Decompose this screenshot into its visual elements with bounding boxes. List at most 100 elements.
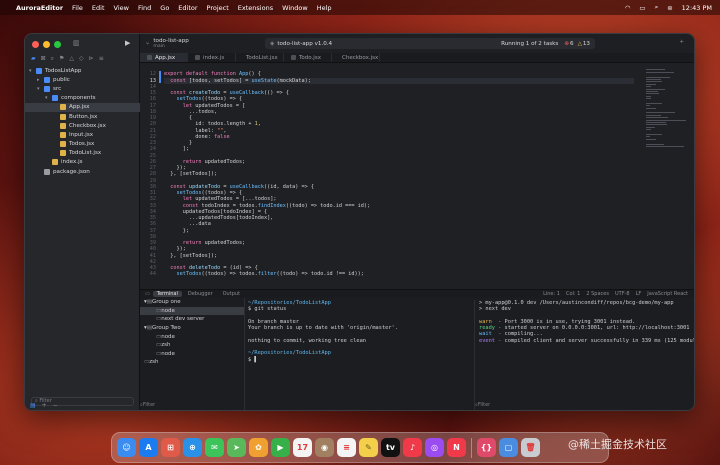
menu-item-auroraeditor[interactable]: AuroraEditor [16,4,63,12]
menu-item-editor[interactable]: Editor [178,4,197,12]
status-item[interactable]: UTF-8 [615,291,630,297]
panel-tab-terminal[interactable]: Terminal [152,291,182,297]
status-item[interactable]: Line: 1 [543,291,560,297]
breakpoint-icon[interactable]: ⊳ [89,55,94,63]
panel-tab-output[interactable]: Output [219,291,244,297]
menu-item-file[interactable]: File [72,4,83,12]
zoom-button[interactable] [54,41,61,48]
tab-todolist-jsx[interactable]: TodoList.jsx [236,53,284,62]
disclosure-chevron-icon[interactable]: ▸ [37,77,44,83]
sidebar-toggle-icon[interactable]: ▥ [73,39,80,47]
file-tree-item[interactable]: ▾ src [25,84,140,93]
dock-podcasts-icon[interactable]: ◎ [425,438,444,457]
dock-photos-icon[interactable]: ✿ [249,438,268,457]
status-item[interactable]: Col: 1 [566,291,580,297]
file-tree-item[interactable]: index.js [25,158,140,167]
terminal-filter-right[interactable]: ⌕ Filter [475,401,575,409]
dock-safari-icon[interactable]: ⊕ [183,438,202,457]
folder-icon[interactable]: ▰ [31,55,36,63]
wifi-icon[interactable]: ◠ [625,4,631,12]
file-tree-item[interactable]: Todos.jsx [25,140,140,149]
terminal-item[interactable]: ▭ zsh [140,341,244,350]
menu-item-help[interactable]: Help [317,4,332,12]
dock-facetime-icon[interactable]: ▶ [271,438,290,457]
disclosure-chevron-icon[interactable]: ▾ [45,95,52,101]
source-control-icon[interactable]: ⊠ [41,55,46,63]
activity-viewer[interactable]: ◈ todo-list-app v1.0.4 Running 1 of 2 ta… [265,38,595,49]
dock-news-icon[interactable]: N [447,438,466,457]
dock-reminders-icon[interactable]: ≡ [337,438,356,457]
menu-item-extensions[interactable]: Extensions [238,4,273,12]
menu-item-view[interactable]: View [114,4,129,12]
dock-app-store-icon[interactable]: A [139,438,158,457]
clock[interactable]: 12:43 PM [682,4,712,12]
status-item[interactable]: 2 Spaces [586,291,609,297]
tab-app-jsx[interactable]: App.jsx [140,53,188,62]
panel-tab-debugger[interactable]: Debugger [184,291,217,297]
disclosure-chevron-icon[interactable]: ▾ [37,86,44,92]
run-icon[interactable]: ▶ [125,39,130,47]
dock-music-icon[interactable]: ♪ [403,438,422,457]
warning-icon[interactable]: △ [69,55,74,63]
dock-notes-icon[interactable]: ✎ [359,438,378,457]
terminal-item[interactable]: ▭ node [140,306,244,316]
disclosure-chevron-icon[interactable]: ▾ [29,68,36,74]
battery-icon[interactable]: ▭ [639,4,645,12]
terminal-item[interactable]: ▭ node [140,332,244,341]
file-tree-item[interactable]: Input.jsx [25,130,140,139]
add-terminal-button[interactable]: + [42,402,47,409]
dock-launchpad-icon[interactable]: ⊞ [161,438,180,457]
file-tree-item[interactable]: package.json [25,167,140,176]
close-button[interactable] [32,41,39,48]
terminal-pane-left[interactable]: ~/Repositories/TodoListApp $ git status On… [248,300,470,410]
dock-calendar-icon[interactable]: 17 [293,438,312,457]
tab-index-js[interactable]: index.js [188,53,236,62]
menu-item-find[interactable]: Find [138,4,151,12]
terminal-group[interactable]: ▾ ▤ Group one [140,298,244,307]
file-tree-item[interactable]: Button.jsx [25,112,140,121]
status-item[interactable]: JavaScript React [647,291,688,297]
file-tree-item[interactable]: Checkbox.jsx [25,121,140,130]
report-icon[interactable]: ≡ [99,55,104,63]
menu-item-window[interactable]: Window [282,4,308,12]
code-lines[interactable]: export default function App() { const [t… [164,65,634,278]
terminal-item[interactable]: ▭ node [140,350,244,359]
minimap[interactable] [646,67,690,157]
dock-downloads-icon[interactable]: ▢ [499,438,518,457]
terminal-filter[interactable]: ⌕ Filter [140,401,240,409]
dock-aurora-editor-icon[interactable]: {} [477,438,496,457]
find-icon[interactable]: ⌕ [51,55,54,63]
tab-todo-jsx[interactable]: Todo.jsx [284,53,332,62]
minimize-button[interactable] [43,41,50,48]
scheme-selector[interactable]: todo-list-app main [153,38,188,50]
split-icon[interactable]: ▤ [30,402,36,409]
dock-tv-icon[interactable]: tv [381,438,400,457]
file-tree-item[interactable]: ▾ TodosListApp [25,66,140,75]
code-line[interactable]: setTodos((todos) => todos.filter((todo) … [164,271,634,277]
add-icon[interactable]: + [679,39,684,45]
dock-trash-icon[interactable]: 🗑 [521,438,540,457]
panel-toggle-icon[interactable]: ▭ [145,291,150,297]
file-tree-item[interactable]: ▸ public [25,75,140,84]
menu-item-edit[interactable]: Edit [92,4,105,12]
terminal-group[interactable]: ▾ ▤ Group Two [140,324,244,333]
dock-maps-icon[interactable]: ➤ [227,438,246,457]
dock-contacts-icon[interactable]: ◉ [315,438,334,457]
menu-item-go[interactable]: Go [160,4,169,12]
file-tree-item[interactable]: TodoList.jsx [25,149,140,158]
file-tree-item[interactable]: App.jsx [25,102,140,112]
terminal-item[interactable]: ▭ next dev server [140,315,244,324]
file-tree-item[interactable]: ▾ components [25,94,140,103]
dock-messages-icon[interactable]: ✉ [205,438,224,457]
code-editor[interactable]: 12 13 14 15 16 17 18 19 20 21 22 23 24 25 26 27 28 29 30 31… [140,63,694,289]
bookmark-icon[interactable]: ⚑ [59,55,64,63]
search-icon[interactable]: ⌕ [655,3,659,12]
control-center-icon[interactable]: ⊜ [667,4,672,12]
dock-finder-icon[interactable]: ☺ [117,438,136,457]
tab-checkbox-jsx[interactable]: Checkbox.jsx [332,53,380,62]
status-item[interactable]: LF [636,291,642,297]
remove-terminal-button[interactable]: − [53,402,58,409]
debug-icon[interactable]: ◇ [79,55,84,63]
terminal-pane-right[interactable]: > my-app@0.1.0 dev /Users/austincondiff/… [474,300,694,410]
terminal-item[interactable]: ▭ zsh [140,358,244,367]
